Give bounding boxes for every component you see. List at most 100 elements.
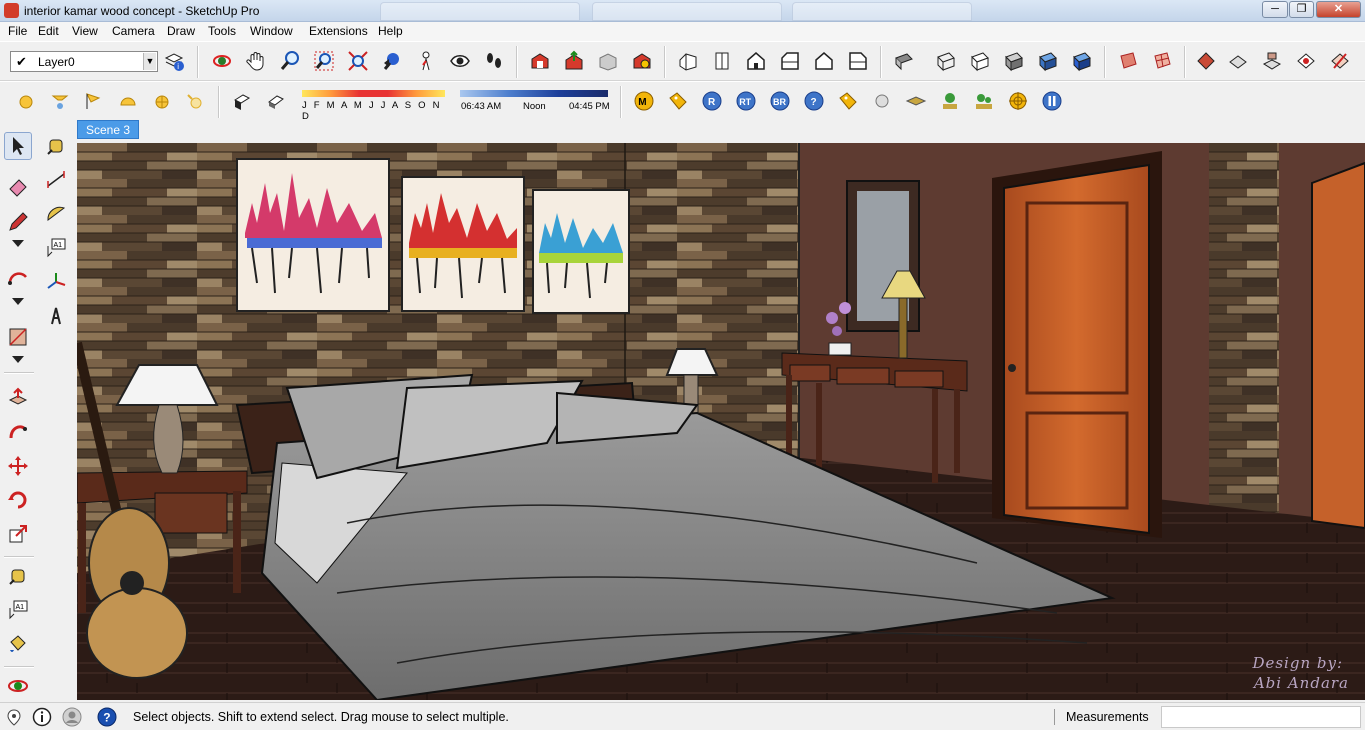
- back-view-button[interactable]: [812, 49, 836, 73]
- ies-light-button[interactable]: [80, 89, 104, 113]
- fog-toggle-button[interactable]: [264, 89, 288, 113]
- tab-scene-3[interactable]: Scene 3: [77, 120, 140, 139]
- scale-tool[interactable]: [4, 520, 32, 548]
- proxy-button[interactable]: [938, 89, 962, 113]
- right-view-button[interactable]: [778, 49, 802, 73]
- infinite-plane-button[interactable]: [904, 89, 928, 113]
- chevron-down-icon[interactable]: ▼: [143, 53, 156, 70]
- dome-light-button[interactable]: [116, 89, 140, 113]
- zoom-extents-button[interactable]: [346, 49, 370, 73]
- sandbox-button[interactable]: [1194, 49, 1218, 73]
- menu-help[interactable]: Help: [378, 24, 403, 38]
- walk-button[interactable]: [482, 49, 506, 73]
- protractor-tool[interactable]: [42, 200, 70, 228]
- batch-render-button[interactable]: BR: [768, 89, 792, 113]
- sun-light-button[interactable]: [182, 89, 206, 113]
- tag-material-button[interactable]: [836, 89, 860, 113]
- shaded-button[interactable]: [1002, 49, 1026, 73]
- pause-button[interactable]: [1040, 89, 1064, 113]
- model-viewport[interactable]: Design by: Abi Andara: [77, 143, 1365, 700]
- material-editor-button[interactable]: M: [632, 89, 656, 113]
- menu-view[interactable]: View: [72, 24, 98, 38]
- minimize-button[interactable]: ─: [1262, 1, 1288, 18]
- line-tool-flyout[interactable]: [4, 236, 32, 250]
- tape-measure-tool[interactable]: [42, 132, 70, 160]
- share-model-button[interactable]: [562, 49, 586, 73]
- 3d-warehouse-button[interactable]: [528, 49, 552, 73]
- sphere-object-button[interactable]: [870, 89, 894, 113]
- user-account-icon[interactable]: [62, 707, 82, 727]
- menu-file[interactable]: File: [8, 24, 27, 38]
- wireframe-button[interactable]: [934, 49, 958, 73]
- follow-me-tool[interactable]: [4, 418, 32, 446]
- select-tool[interactable]: [4, 132, 32, 160]
- measurements-input[interactable]: [1161, 706, 1361, 728]
- shadow-date-slider[interactable]: J F M A M J J A S O N D: [300, 90, 448, 122]
- extension-warehouse-button[interactable]: [630, 49, 654, 73]
- menu-camera[interactable]: Camera: [112, 24, 155, 38]
- instructor-help-icon[interactable]: ?: [97, 707, 117, 727]
- position-camera-button[interactable]: [414, 49, 438, 73]
- zoom-window-button[interactable]: [312, 49, 336, 73]
- arc-tool-flyout[interactable]: [4, 294, 32, 308]
- rotate-tool[interactable]: [4, 486, 32, 514]
- tag-label-button[interactable]: [666, 89, 690, 113]
- pan-button[interactable]: [244, 49, 268, 73]
- orbit-button[interactable]: [210, 49, 234, 73]
- section-cut-button[interactable]: [1150, 49, 1174, 73]
- credits-info-icon[interactable]: [32, 707, 52, 727]
- background-window-tab[interactable]: [380, 2, 580, 21]
- spot-light-button[interactable]: [48, 89, 72, 113]
- xray-button[interactable]: [892, 49, 916, 73]
- paint-bucket-tool[interactable]: [4, 630, 32, 658]
- shape-tool-flyout[interactable]: [4, 352, 32, 366]
- maximize-button[interactable]: ❐: [1289, 1, 1314, 18]
- previous-view-button[interactable]: [380, 49, 404, 73]
- iso-view-button[interactable]: [676, 49, 700, 73]
- section-plane-button[interactable]: [1116, 49, 1140, 73]
- menu-edit[interactable]: Edit: [38, 24, 59, 38]
- scatter-button[interactable]: [972, 89, 996, 113]
- menu-extensions[interactable]: Extensions: [309, 24, 368, 38]
- menu-draw[interactable]: Draw: [167, 24, 195, 38]
- shadows-toggle-button[interactable]: [230, 89, 254, 113]
- stamp-button[interactable]: [1226, 49, 1250, 73]
- layer-manager-button[interactable]: i: [162, 49, 186, 73]
- layer-dropdown[interactable]: ✔ Layer0 ▼: [10, 51, 158, 72]
- 3d-text-tool[interactable]: [42, 302, 70, 330]
- text-tool[interactable]: A1: [42, 234, 70, 262]
- push-pull-tool[interactable]: [4, 384, 32, 412]
- background-window-tab[interactable]: [792, 2, 972, 21]
- date-slider-track[interactable]: [302, 90, 445, 97]
- tape-measure-tool-2[interactable]: [4, 562, 32, 590]
- front-view-button[interactable]: [744, 49, 768, 73]
- look-around-button[interactable]: [448, 49, 472, 73]
- background-window-tab[interactable]: [592, 2, 782, 21]
- share-component-button[interactable]: [596, 49, 620, 73]
- axes-tool[interactable]: [42, 268, 70, 296]
- move-tool[interactable]: [4, 452, 32, 480]
- close-button[interactable]: ✕: [1316, 1, 1361, 18]
- add-detail-button[interactable]: [1294, 49, 1318, 73]
- geo-location-icon[interactable]: [4, 707, 24, 727]
- help-plugin-button[interactable]: ?: [802, 89, 826, 113]
- menu-window[interactable]: Window: [250, 24, 293, 38]
- text-tool-2[interactable]: A1: [4, 596, 32, 624]
- drape-button[interactable]: [1260, 49, 1284, 73]
- orbit-tool[interactable]: [4, 672, 32, 700]
- render-interactive-button[interactable]: RT: [734, 89, 758, 113]
- flip-edge-button[interactable]: [1328, 49, 1352, 73]
- shaded-with-textures-button[interactable]: [1036, 49, 1060, 73]
- zoom-button[interactable]: [278, 49, 302, 73]
- top-view-button[interactable]: [710, 49, 734, 73]
- monochrome-button[interactable]: [1070, 49, 1094, 73]
- menu-tools[interactable]: Tools: [208, 24, 236, 38]
- point-light-button[interactable]: [14, 89, 38, 113]
- eraser-tool[interactable]: [4, 172, 32, 200]
- dimension-tool[interactable]: [42, 166, 70, 194]
- target-button[interactable]: [1006, 89, 1030, 113]
- mesh-light-button[interactable]: [150, 89, 174, 113]
- render-button[interactable]: R: [700, 89, 724, 113]
- time-slider-track[interactable]: [460, 90, 608, 97]
- shadow-time-slider[interactable]: 06:43 AM Noon 04:45 PM: [459, 90, 611, 116]
